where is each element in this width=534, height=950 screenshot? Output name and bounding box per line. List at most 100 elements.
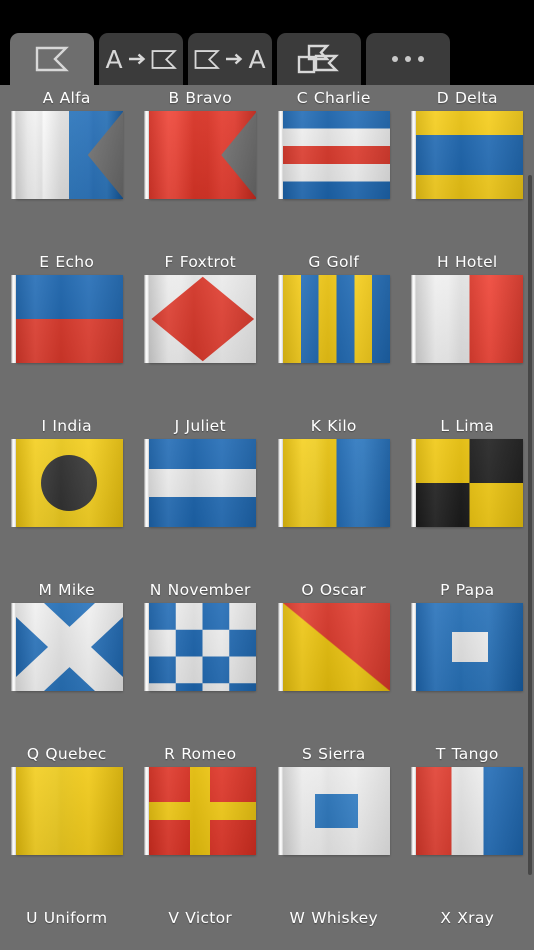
flag-hoist — [10, 767, 16, 855]
flag-image-delta[interactable] — [411, 111, 524, 199]
flag-cell-lima[interactable]: L Lima — [401, 413, 534, 577]
flag-image-bravo[interactable] — [144, 111, 257, 199]
flag-image-november[interactable] — [144, 603, 257, 691]
ellipsis-icon — [392, 56, 424, 62]
flag-to-letter-tab[interactable]: A — [188, 33, 272, 85]
flag-image-tango[interactable] — [411, 767, 524, 855]
flag-image-alfa[interactable] — [10, 111, 123, 199]
flag-word: November — [167, 581, 251, 599]
flag-row: E Echo F Foxtrot G Golf H Hotel — [0, 249, 534, 413]
flag-cell-bravo[interactable]: B Bravo — [134, 85, 268, 249]
flag-cell-alfa[interactable]: A Alfa — [0, 85, 134, 249]
flag-cell-charlie[interactable]: C Charlie — [267, 85, 401, 249]
flag-hoist — [411, 603, 417, 691]
flag-hoist — [277, 275, 283, 363]
flag-cell-delta[interactable]: D Delta — [401, 85, 534, 249]
flag-word: Juliet — [185, 417, 226, 435]
flag-image-lima[interactable] — [411, 439, 524, 527]
flag-letter: A — [42, 89, 54, 107]
flag-letter: L — [440, 417, 450, 435]
flag-image-foxtrot[interactable] — [144, 275, 257, 363]
flag-image-oscar[interactable] — [277, 603, 390, 691]
flag-cell-echo[interactable]: E Echo — [0, 249, 134, 413]
flag-image-sierra[interactable] — [277, 767, 390, 855]
flag-hoist — [144, 603, 150, 691]
flag-letter: S — [301, 745, 313, 763]
flag-label: T Tango — [436, 741, 499, 767]
flag-row: I India J Juliet K Kilo L Lima — [0, 413, 534, 577]
flag-cell-tango[interactable]: T Tango — [401, 741, 534, 905]
flag-cell-india[interactable]: I India — [0, 413, 134, 577]
flag-cell-foxtrot[interactable]: F Foxtrot — [134, 249, 268, 413]
flag-image-charlie[interactable] — [277, 111, 390, 199]
flag-cell-xray[interactable]: X Xray — [401, 905, 534, 950]
flag-cell-papa[interactable]: P Papa — [401, 577, 534, 741]
flag-letter: H — [436, 253, 449, 271]
flag-image-romeo[interactable] — [144, 767, 257, 855]
flag-label: D Delta — [437, 85, 498, 111]
flag-cell-quebec[interactable]: Q Quebec — [0, 741, 134, 905]
flag-label: K Kilo — [311, 413, 357, 439]
flag-cell-mike[interactable]: M Mike — [0, 577, 134, 741]
flag-letter: G — [308, 253, 321, 271]
flag-cell-juliet[interactable]: J Juliet — [134, 413, 268, 577]
flag-cell-whiskey[interactable]: W Whiskey — [267, 905, 401, 950]
flag-hoist — [411, 439, 417, 527]
flag-letter: D — [436, 89, 449, 107]
flag-word: Foxtrot — [179, 253, 237, 271]
flag-field — [15, 767, 123, 855]
flag-word: Xray — [457, 909, 495, 927]
flag-image-india[interactable] — [10, 439, 123, 527]
flag-cell-sierra[interactable]: S Sierra — [267, 741, 401, 905]
flag-field — [149, 275, 257, 363]
flag-label: L Lima — [440, 413, 494, 439]
more-tab[interactable] — [366, 33, 450, 85]
flag-cell-november[interactable]: N November — [134, 577, 268, 741]
flag-label: E Echo — [39, 249, 94, 275]
flag-image-echo[interactable] — [10, 275, 123, 363]
flag-image-golf[interactable] — [277, 275, 390, 363]
flag-cell-golf[interactable]: G Golf — [267, 249, 401, 413]
flag-letter: U — [26, 909, 38, 927]
letter-to-flag-tab[interactable]: A — [99, 33, 183, 85]
flag-image-papa[interactable] — [411, 603, 524, 691]
flag-tab[interactable] — [10, 33, 94, 85]
flag-letter: R — [164, 745, 176, 763]
flag-label: S Sierra — [302, 741, 366, 767]
flag-field — [15, 111, 123, 199]
square-and-pennant-icon — [296, 43, 342, 75]
flag-image-kilo[interactable] — [277, 439, 390, 527]
flag-image-mike[interactable] — [10, 603, 123, 691]
flag-letter: N — [149, 581, 162, 599]
flag-letter: P — [440, 581, 450, 599]
flag-cell-romeo[interactable]: R Romeo — [134, 741, 268, 905]
flag-image-quebec[interactable] — [10, 767, 123, 855]
flag-label: H Hotel — [437, 249, 498, 275]
flag-grid[interactable]: A Alfa B Bravo C Charlie D Delta E Echo … — [0, 85, 534, 950]
flag-sequence-tab[interactable] — [277, 33, 361, 85]
flag-hoist — [411, 275, 417, 363]
flag-cell-hotel[interactable]: H Hotel — [401, 249, 534, 413]
letter-a-glyph: A — [105, 44, 123, 74]
flag-label: A Alfa — [43, 85, 91, 111]
flag-cell-uniform[interactable]: U Uniform — [0, 905, 134, 950]
flag-word: Delta — [454, 89, 498, 107]
flag-image-juliet[interactable] — [144, 439, 257, 527]
flag-image-hotel[interactable] — [411, 275, 524, 363]
flag-field — [416, 275, 524, 363]
flag-field — [149, 767, 257, 855]
flag-letter: I — [41, 417, 47, 435]
flag-hoist — [10, 603, 16, 691]
vertical-scrollbar[interactable] — [528, 175, 532, 875]
flag-cell-victor[interactable]: V Victor — [134, 905, 268, 950]
flag-row: M Mike N November O Oscar P Papa — [0, 577, 534, 741]
flag-hoist — [411, 767, 417, 855]
flag-word: Oscar — [319, 581, 367, 599]
flag-label: F Foxtrot — [164, 249, 236, 275]
flag-word: Whiskey — [311, 909, 378, 927]
flag-cell-oscar[interactable]: O Oscar — [267, 577, 401, 741]
flag-field — [282, 603, 390, 691]
flag-word: Alfa — [59, 89, 91, 107]
flag-cell-kilo[interactable]: K Kilo — [267, 413, 401, 577]
pennant-flag-icon — [194, 49, 221, 70]
